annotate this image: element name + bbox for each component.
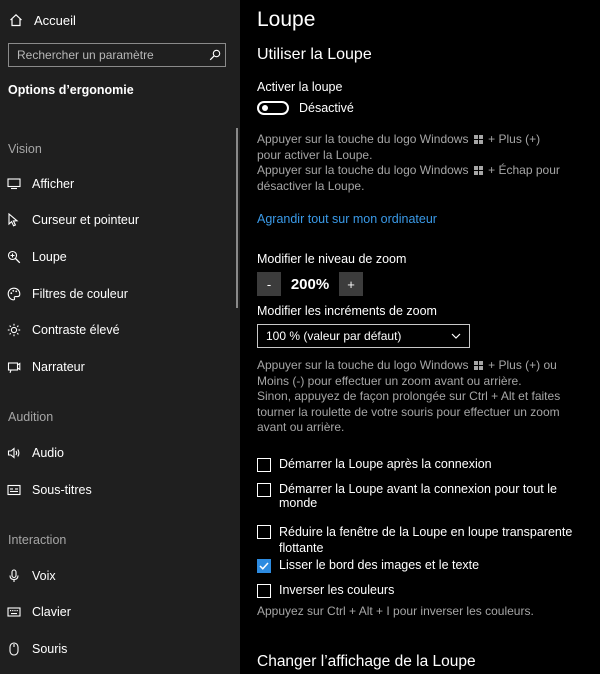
sidebar-item-label: Loupe — [32, 250, 67, 264]
checkbox-transparent-lens[interactable]: Réduire la fenêtre de la Loupe en loupe … — [257, 524, 577, 556]
toggle-state: Désactivé — [299, 101, 354, 115]
sidebar-item-filtres[interactable]: Filtres de couleur — [0, 282, 232, 306]
zoom-value: 200% — [290, 275, 330, 293]
home-label: Accueil — [34, 12, 76, 28]
keyboard-icon — [6, 607, 22, 617]
magnifier-toggle[interactable] — [257, 101, 289, 115]
magnifier-icon — [6, 250, 22, 264]
checkmark-icon — [259, 562, 269, 570]
sidebar-item-label: Clavier — [32, 605, 71, 619]
chevron-down-icon — [451, 333, 461, 339]
checkbox-label: Lisser le bord des images et le texte — [279, 558, 480, 572]
hint-text: Sinon, appuyez de façon prolongée sur Ct… — [257, 389, 561, 434]
sidebar-item-label: Souris — [32, 642, 68, 656]
checkbox-checked[interactable] — [257, 559, 271, 573]
hint-text: Appuyer sur la touche du logo Windows — [257, 358, 469, 372]
palette-icon — [6, 287, 22, 301]
change-view-title: Changer l’affichage de la Loupe — [257, 653, 476, 670]
search-input[interactable] — [17, 48, 205, 62]
sidebar-item-label: Narrateur — [32, 360, 85, 374]
zoom-everything-link[interactable]: Agrandir tout sur mon ordinateur — [257, 212, 437, 226]
sidebar-item-curseur[interactable]: Curseur et pointeur — [0, 208, 232, 232]
main-content: Loupe Utiliser la Loupe Activer la loupe… — [257, 0, 597, 674]
increments-label: Modifier les incréments de zoom — [257, 304, 437, 318]
magnifier-toggle-row: Désactivé — [257, 101, 354, 115]
sidebar-item-afficher[interactable]: Afficher — [0, 172, 232, 196]
windows-logo-icon — [473, 135, 483, 144]
toggle-knob — [262, 105, 268, 111]
sidebar: Accueil Options d’ergonomie Vision Affic… — [0, 0, 240, 674]
sidebar-item-label: Filtres de couleur — [32, 287, 128, 301]
group-label-vision: Vision — [8, 142, 42, 156]
checkbox-label: Démarrer la Loupe avant la connexion pou… — [279, 482, 557, 510]
checkbox-start-after-login[interactable]: Démarrer la Loupe après la connexion — [257, 457, 587, 472]
sidebar-item-label: Audio — [32, 446, 64, 460]
sidebar-item-souris[interactable]: Souris — [0, 637, 232, 661]
checkbox-invert-colors[interactable]: Inverser les couleurs — [257, 583, 577, 598]
enable-label: Activer la loupe — [257, 80, 343, 94]
sidebar-item-clavier[interactable]: Clavier — [0, 600, 232, 624]
zoom-level-label: Modifier le niveau de zoom — [257, 252, 407, 266]
mouse-icon — [6, 642, 22, 656]
contrast-icon — [6, 323, 22, 337]
invert-hint: Appuyez sur Ctrl + Alt + I pour inverser… — [257, 604, 534, 618]
sidebar-item-label: Voix — [32, 569, 56, 583]
sidebar-item-voix[interactable]: Voix — [0, 564, 232, 588]
enable-hint: Appuyer sur la touche du logo Windows + … — [257, 132, 562, 163]
sidebar-item-label: Sous-titres — [32, 483, 92, 497]
checkbox-start-before-login[interactable]: Démarrer la Loupe avant la connexion pou… — [257, 482, 592, 510]
select-value: 100 % (valeur par défaut) — [266, 329, 402, 343]
sidebar-scrollbar[interactable] — [236, 128, 238, 308]
checkbox-label: Démarrer la Loupe après la connexion — [279, 457, 492, 471]
sidebar-item-contraste[interactable]: Contraste élevé — [0, 318, 232, 342]
windows-logo-icon — [473, 166, 483, 175]
search-box[interactable] — [8, 43, 226, 67]
checkbox[interactable] — [257, 483, 271, 497]
section-title: Utiliser la Loupe — [257, 46, 372, 63]
search-icon[interactable] — [205, 49, 225, 61]
narrator-icon — [6, 360, 22, 374]
home-link[interactable]: Accueil — [8, 10, 76, 30]
zoom-increments-select[interactable]: 100 % (valeur par défaut) — [257, 324, 470, 348]
sidebar-section-title: Options d’ergonomie — [8, 83, 134, 97]
hint-text: Appuyer sur la touche du logo Windows — [257, 163, 469, 177]
checkbox[interactable] — [257, 525, 271, 539]
checkbox[interactable] — [257, 584, 271, 598]
cursor-icon — [6, 213, 22, 227]
zoom-level-control: - 200% + — [257, 272, 363, 296]
sidebar-item-label: Afficher — [32, 177, 75, 191]
microphone-icon — [6, 569, 22, 583]
zoom-in-button[interactable]: + — [339, 272, 363, 296]
display-icon — [6, 178, 22, 190]
sidebar-item-loupe[interactable]: Loupe — [0, 245, 232, 269]
page-title: Loupe — [257, 8, 316, 31]
checkbox-smooth-edges[interactable]: Lisser le bord des images et le texte — [257, 558, 577, 573]
hint-text: Appuyer sur la touche du logo Windows — [257, 132, 469, 146]
disable-hint: Appuyer sur la touche du logo Windows + … — [257, 163, 562, 194]
sidebar-item-sous-titres[interactable]: Sous-titres — [0, 478, 232, 502]
windows-logo-icon — [473, 361, 483, 370]
checkbox-label: Inverser les couleurs — [279, 583, 395, 597]
sidebar-item-label: Contraste élevé — [32, 323, 120, 337]
captions-icon — [6, 484, 22, 496]
group-label-interaction: Interaction — [8, 533, 67, 547]
speaker-icon — [6, 446, 22, 460]
sidebar-item-audio[interactable]: Audio — [0, 441, 232, 465]
checkbox[interactable] — [257, 458, 271, 472]
sidebar-item-label: Curseur et pointeur — [32, 213, 140, 227]
zoom-out-button[interactable]: - — [257, 272, 281, 296]
zoom-hint: Appuyer sur la touche du logo Windows + … — [257, 358, 582, 436]
home-icon — [8, 13, 24, 27]
group-label-audition: Audition — [8, 410, 54, 424]
checkbox-label: Réduire la fenêtre de la Loupe en loupe … — [279, 525, 573, 555]
sidebar-item-narrateur[interactable]: Narrateur — [0, 355, 232, 379]
